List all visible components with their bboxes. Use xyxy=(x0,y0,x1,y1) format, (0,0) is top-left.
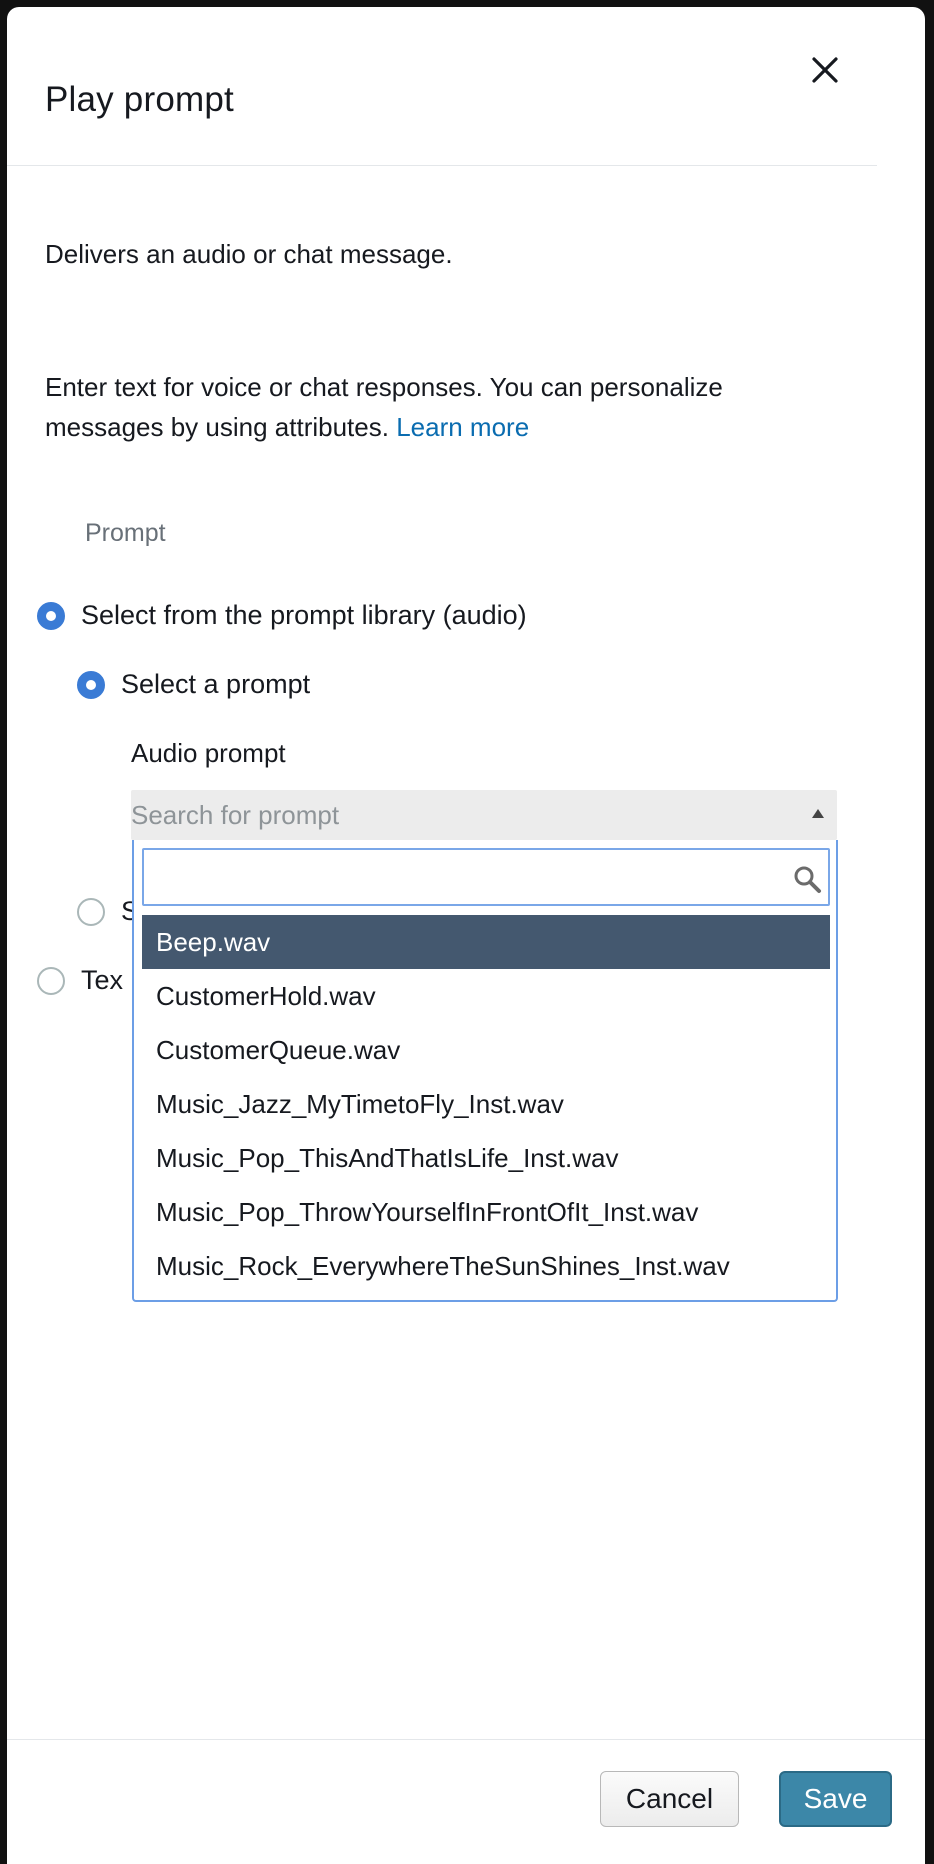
footer-divider xyxy=(7,1739,925,1740)
radio-button-selected[interactable] xyxy=(77,670,105,699)
header-divider xyxy=(7,165,877,166)
prompt-option[interactable]: Music_Pop_ThrowYourselfInFrontOfIt_Inst.… xyxy=(142,1185,830,1239)
radio-option-partially-hidden[interactable]: S xyxy=(77,896,139,927)
select-placeholder: Search for prompt xyxy=(131,800,340,830)
help-text-block: Enter text for voice or chat responses. … xyxy=(45,367,815,447)
close-button[interactable] xyxy=(807,52,843,88)
radio-text-to-speech[interactable]: Tex xyxy=(37,965,123,996)
prompt-options-list: Beep.wav CustomerHold.wav CustomerQueue.… xyxy=(142,915,830,1293)
prompt-option[interactable]: Music_Pop_ThisAndThatIsLife_Inst.wav xyxy=(142,1131,830,1185)
radio-label: Tex xyxy=(81,965,124,995)
close-icon xyxy=(812,57,838,83)
prompt-search-input[interactable] xyxy=(142,848,830,906)
caret-up-icon xyxy=(812,809,824,818)
radio-label: Select from the prompt library (audio) xyxy=(81,600,527,630)
radio-select-a-prompt[interactable]: Select a prompt xyxy=(77,669,310,700)
radio-label: Select a prompt xyxy=(121,669,311,699)
radio-select-from-library[interactable]: Select from the prompt library (audio) xyxy=(37,600,527,631)
prompt-dropdown: Beep.wav CustomerHold.wav CustomerQueue.… xyxy=(132,840,838,1302)
prompt-option[interactable]: Music_Rock_EverywhereTheSunShines_Inst.w… xyxy=(142,1239,830,1293)
play-prompt-dialog: Play prompt Delivers an audio or chat me… xyxy=(7,7,925,1864)
dialog-title: Play prompt xyxy=(45,80,234,119)
audio-prompt-select[interactable]: Search for prompt xyxy=(131,790,837,840)
prompt-section-label: Prompt xyxy=(85,519,166,547)
radio-button-selected[interactable] xyxy=(37,601,65,630)
prompt-option[interactable]: Beep.wav xyxy=(142,915,830,969)
radio-button[interactable] xyxy=(37,966,65,995)
audio-prompt-label: Audio prompt xyxy=(131,738,286,768)
dialog-description: Delivers an audio or chat message. xyxy=(45,239,453,269)
prompt-option[interactable]: CustomerHold.wav xyxy=(142,969,830,1023)
cancel-button[interactable]: Cancel xyxy=(600,1771,739,1827)
help-text: Enter text for voice or chat responses. … xyxy=(45,372,723,442)
radio-button[interactable] xyxy=(77,897,105,926)
prompt-option[interactable]: CustomerQueue.wav xyxy=(142,1023,830,1077)
learn-more-link[interactable]: Learn more xyxy=(396,412,529,442)
prompt-option[interactable]: Music_Jazz_MyTimetoFly_Inst.wav xyxy=(142,1077,830,1131)
save-button[interactable]: Save xyxy=(779,1771,892,1827)
